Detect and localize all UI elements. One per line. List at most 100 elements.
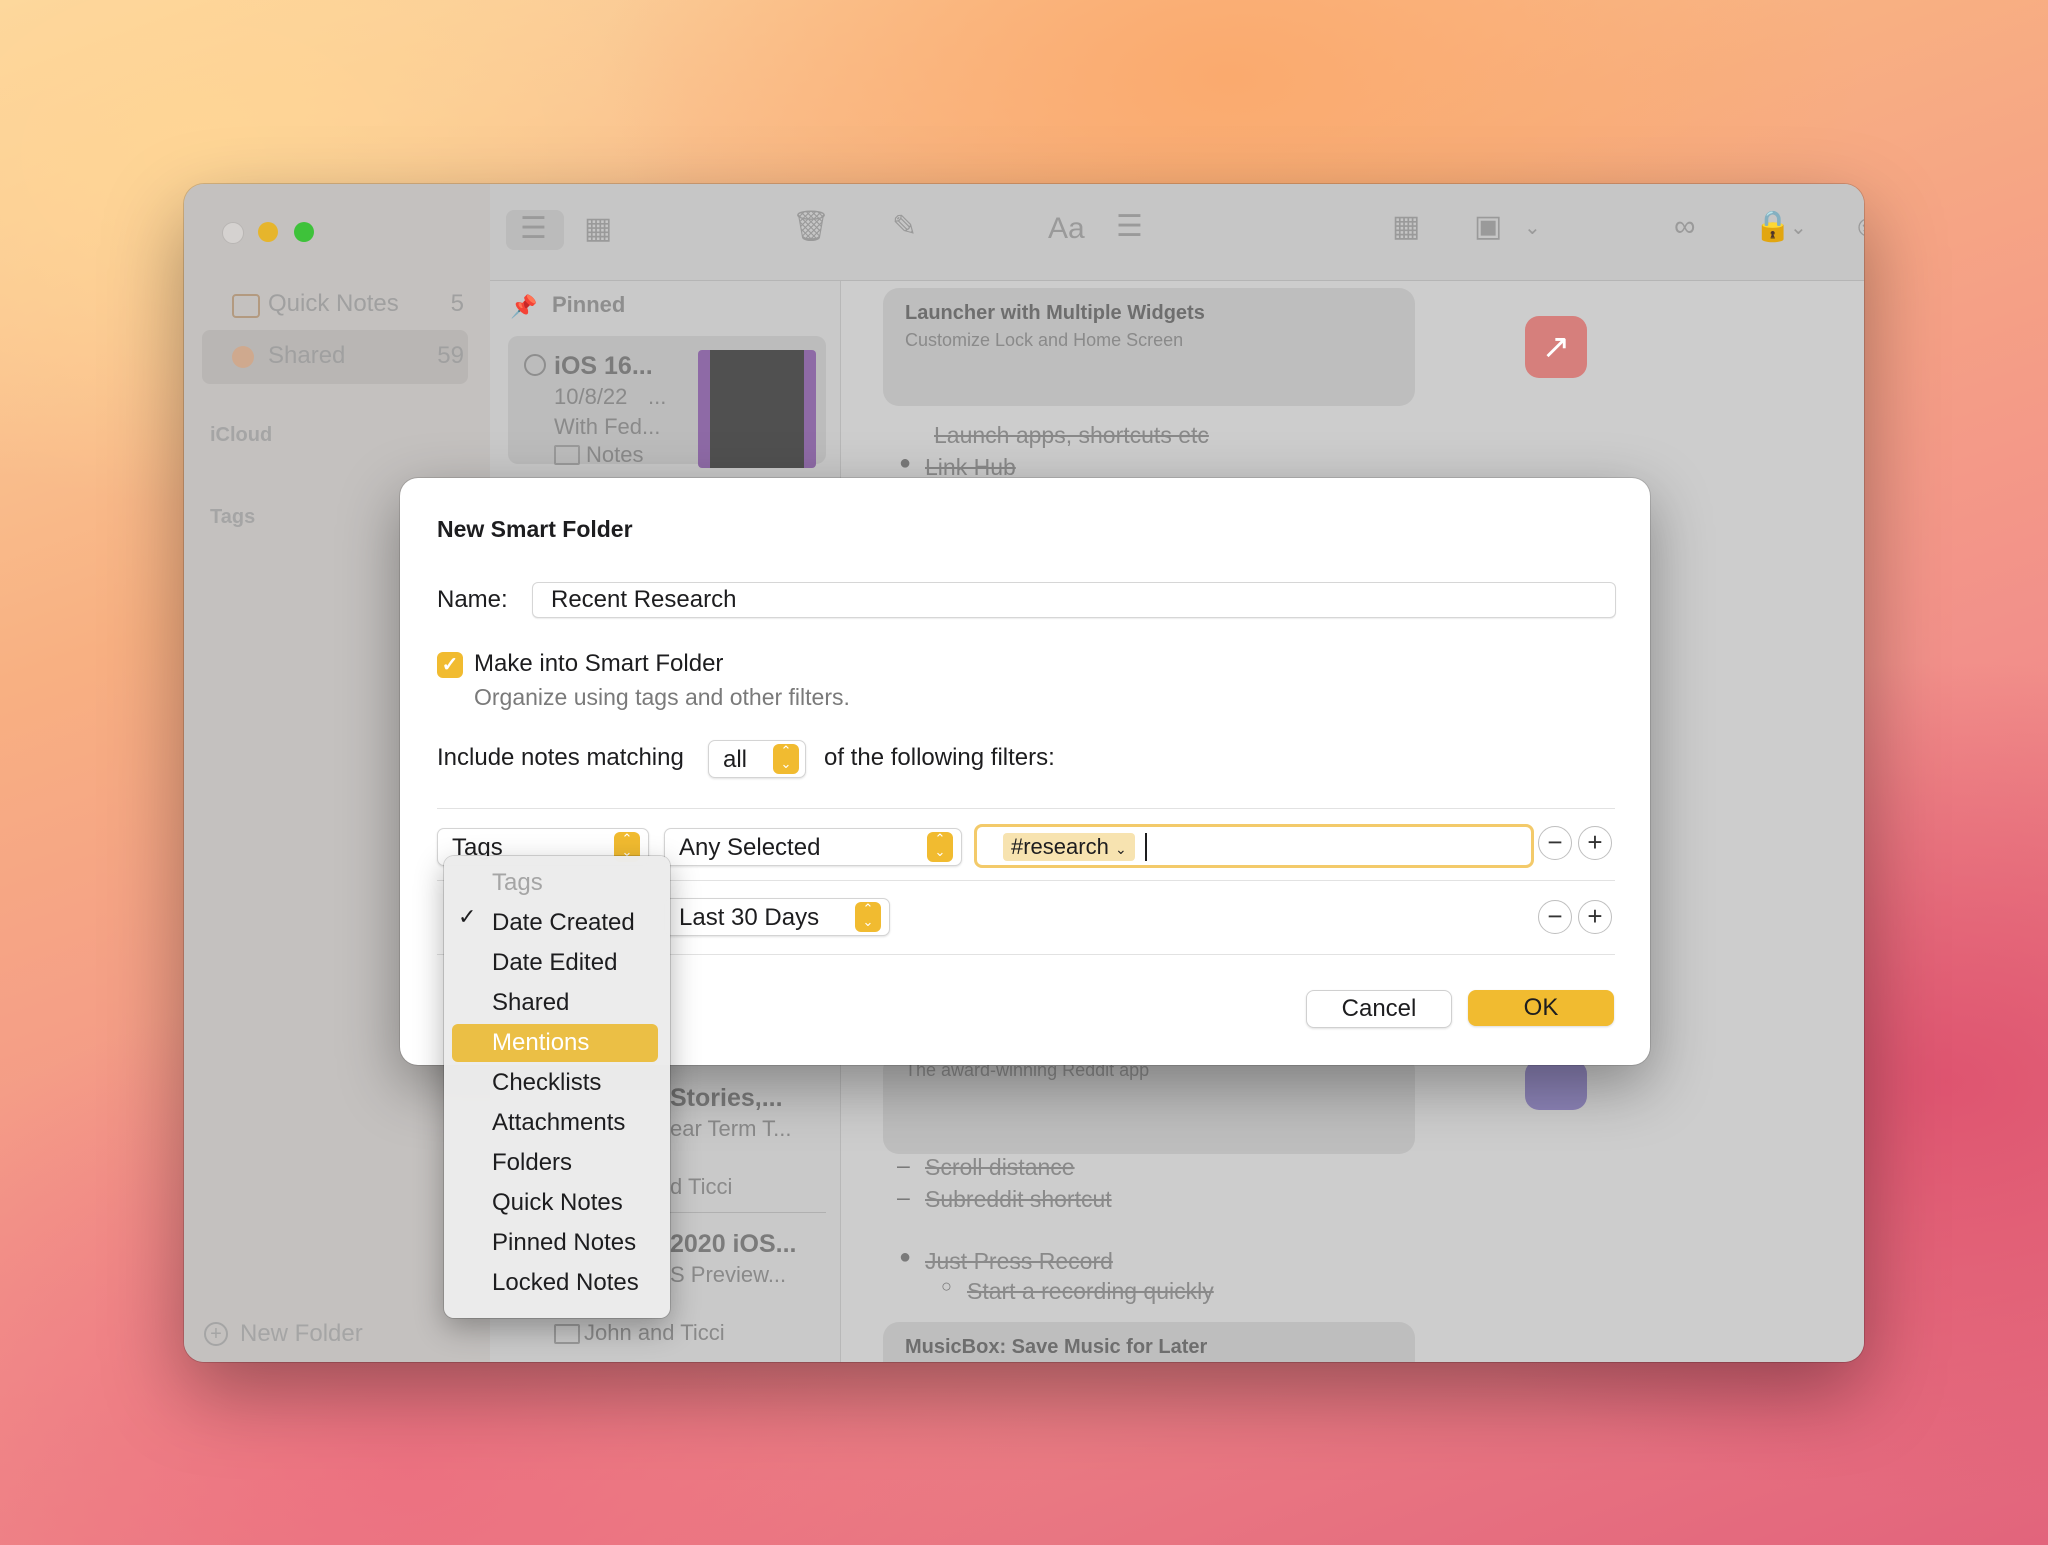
sidebar-item-shared-label: Shared — [268, 342, 346, 369]
minimize-button[interactable] — [258, 222, 278, 242]
chevron-down-icon[interactable]: ⌄ — [1790, 218, 1807, 238]
menu-item-date-edited[interactable]: Date Edited — [452, 944, 658, 982]
shared-icon — [524, 354, 546, 376]
editor-line: Launch apps, shortcuts etc — [934, 422, 1209, 448]
checklist-icon[interactable]: ☰ — [1116, 212, 1143, 242]
pinned-header: Pinned — [552, 292, 626, 317]
editor-line: Subreddit shortcut — [925, 1186, 1112, 1212]
reddit-app-icon — [1525, 1060, 1587, 1110]
match-value: all — [723, 746, 748, 773]
note-folder: John and Ticci — [584, 1320, 725, 1345]
editor-line: Just Press Record — [925, 1248, 1113, 1274]
gallery-icon[interactable]: ▦ — [584, 214, 612, 244]
remove-filter-button[interactable]: − — [1538, 900, 1572, 934]
sidebar-item-shared-count: 59 — [437, 342, 464, 369]
match-popup[interactable]: all ⌃ ⌄ — [708, 740, 806, 778]
editor-line: Link Hub — [925, 454, 1016, 480]
menu-item-quick-notes[interactable]: Quick Notes — [452, 1184, 658, 1222]
section-tags: Tags — [210, 506, 256, 528]
note-thumbnail — [698, 350, 816, 468]
note-folder: d Ticci — [670, 1174, 733, 1199]
format-icon[interactable]: Aa — [1048, 214, 1085, 244]
menu-item-tags: Tags — [492, 869, 543, 896]
folder-icon — [554, 1324, 580, 1344]
bullet-icon: ● — [899, 1246, 912, 1268]
menu-item-shared[interactable]: Shared — [452, 984, 658, 1022]
menu-item-locked-notes[interactable]: Locked Notes — [452, 1264, 658, 1302]
menu-item-date-created[interactable]: Date Created — [452, 904, 658, 942]
chevron-down-icon[interactable]: ⌄ — [1524, 218, 1541, 238]
collaborate-icon[interactable]: ∞ — [1674, 212, 1695, 242]
name-label: Name: — [437, 586, 508, 613]
add-filter-button[interactable]: + — [1578, 900, 1612, 934]
menu-item-mentions[interactable]: Mentions — [452, 1024, 658, 1062]
note-preview: ear Term T... — [670, 1116, 792, 1141]
media-icon[interactable]: ▣ — [1474, 212, 1502, 242]
toolbar: ☰ ▦ 🗑 ✎ Aa ☰ ▦ ▣ ⌄ ∞ 🔒 ⌄ ☺ ⇪ ⌕ — [490, 184, 1864, 281]
new-folder-button[interactable]: New Folder — [240, 1320, 363, 1348]
include-suffix: of the following filters: — [824, 744, 1055, 771]
smart-folder-checkbox[interactable]: ✓ — [437, 652, 463, 678]
note-date-suffix: ... — [648, 384, 667, 409]
tag-token-field[interactable]: #research ⌄ — [974, 824, 1534, 868]
compose-icon[interactable]: ✎ — [892, 212, 917, 242]
zoom-button[interactable] — [294, 222, 314, 242]
chevron-down-icon: ⌄ — [1114, 841, 1127, 857]
stepper-icon: ⌃ ⌄ — [855, 902, 881, 932]
menu-item-attachments[interactable]: Attachments — [452, 1104, 658, 1142]
editor-line: Start a recording quickly — [967, 1278, 1214, 1304]
checkbox-label: Make into Smart Folder — [474, 650, 724, 677]
share-person-icon[interactable]: ☺ — [1852, 212, 1864, 242]
remove-filter-button[interactable]: − — [1538, 826, 1572, 860]
dash-icon: – — [897, 1184, 910, 1210]
card-title: Launcher with Multiple Widgets — [905, 302, 1205, 324]
add-filter-button[interactable]: + — [1578, 826, 1612, 860]
quick-notes-icon — [232, 294, 260, 318]
text-cursor — [1145, 833, 1147, 861]
include-prefix: Include notes matching — [437, 744, 684, 771]
note-title: 2020 iOS... — [670, 1230, 797, 1258]
filter-operator-popup[interactable]: Any Selected ⌃ ⌄ — [664, 828, 962, 866]
note-folder: Notes — [586, 442, 644, 467]
name-field[interactable]: Recent Research — [532, 582, 1616, 618]
menu-item-pinned-notes[interactable]: Pinned Notes — [452, 1224, 658, 1262]
cancel-button[interactable]: Cancel — [1306, 990, 1452, 1028]
close-button[interactable] — [222, 222, 244, 244]
sidebar-item-quick-notes-label[interactable]: Quick Notes — [268, 290, 399, 318]
note-preview: With Fed... — [554, 414, 661, 439]
note-title: iOS 16... — [554, 352, 653, 380]
menu-item-folders[interactable]: Folders — [452, 1144, 658, 1182]
menu-item-checklists[interactable]: Checklists — [452, 1064, 658, 1102]
checkbox-description: Organize using tags and other filters. — [474, 684, 850, 710]
list-icon: ☰ — [520, 212, 547, 245]
note-title: Stories,... — [670, 1084, 783, 1112]
tag-token[interactable]: #research ⌄ — [1003, 833, 1135, 861]
filter-operator-value: Any Selected — [679, 834, 821, 861]
pin-icon: 📌 — [510, 294, 538, 319]
bullet-icon: ● — [899, 452, 912, 474]
table-icon[interactable]: ▦ — [1392, 212, 1420, 242]
add-folder-icon: + — [204, 1322, 228, 1346]
date-range-value: Last 30 Days — [679, 904, 820, 931]
person-icon — [232, 346, 254, 368]
lock-icon[interactable]: 🔒 — [1754, 212, 1791, 242]
filter-field-menu: Tags ✓ Date Created Date Edited Shared M… — [444, 856, 670, 1318]
sidebar-item-quick-notes-count: 5 — [450, 290, 464, 317]
circle-bullet-icon: ○ — [941, 1276, 952, 1296]
editor-line: Scroll distance — [925, 1154, 1075, 1180]
section-icloud: iCloud — [210, 424, 273, 446]
note-preview: S Preview... — [670, 1262, 787, 1287]
folder-icon — [554, 445, 580, 465]
date-range-popup[interactable]: Last 30 Days ⌃ ⌄ — [664, 898, 890, 936]
dialog-title: New Smart Folder — [437, 516, 633, 542]
stepper-icon: ⌃ ⌄ — [773, 744, 799, 774]
ok-button[interactable]: OK — [1468, 990, 1614, 1026]
name-value: Recent Research — [551, 586, 737, 613]
card-subtitle: Customize Lock and Home Screen — [905, 330, 1184, 350]
tag-token-label: #research — [1011, 834, 1109, 859]
card-title: MusicBox: Save Music for Later — [905, 1336, 1208, 1358]
dash-icon: – — [897, 1152, 910, 1178]
note-date: 10/8/22 — [554, 384, 628, 409]
trash-icon[interactable]: 🗑 — [792, 212, 830, 242]
divider — [437, 808, 1615, 809]
